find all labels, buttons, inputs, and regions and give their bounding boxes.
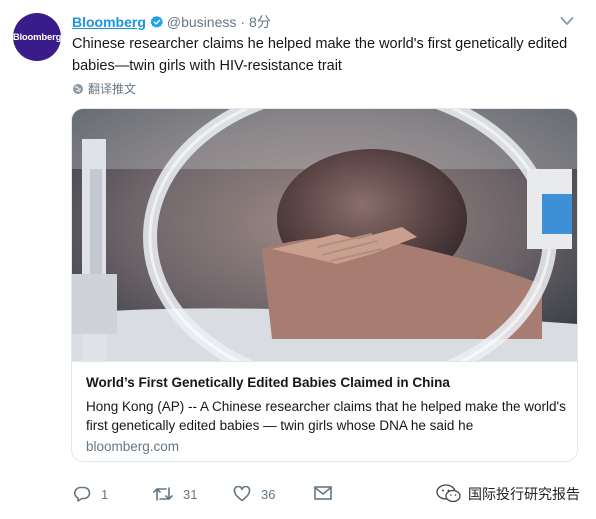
- translate-label: 翻译推文: [88, 82, 137, 96]
- reply-icon: [74, 486, 91, 502]
- account-name-link[interactable]: Bloomberg: [72, 14, 146, 30]
- card-description: Hong Kong (AP) -- A Chinese researcher c…: [86, 399, 566, 433]
- tweet-header: Bloomberg @business · 8分: [72, 12, 271, 32]
- link-preview-card[interactable]: World’s First Genetically Edited Babies …: [71, 108, 578, 462]
- retweet-button[interactable]: 31: [153, 486, 197, 502]
- watermark-text: 国际投行研究报告: [468, 486, 580, 502]
- bloomberg-avatar[interactable]: Bloomberg: [13, 13, 61, 61]
- wechat-watermark: 国际投行研究报告: [436, 484, 580, 504]
- retweet-count: 31: [183, 486, 198, 502]
- like-count: 36: [261, 486, 276, 502]
- account-handle: @business: [166, 14, 237, 30]
- separator-dot: ·: [240, 14, 246, 30]
- verified-badge-icon: [150, 15, 163, 28]
- chevron-down-icon[interactable]: [560, 16, 574, 26]
- envelope-icon: [314, 486, 332, 500]
- globe-icon: [73, 83, 83, 94]
- translate-tweet-link[interactable]: 翻译推文: [72, 80, 136, 97]
- wechat-icon: [436, 484, 461, 503]
- reply-count: 1: [101, 486, 109, 502]
- retweet-icon: [153, 487, 173, 501]
- card-title[interactable]: World’s First Genetically Edited Babies …: [86, 375, 450, 390]
- direct-message-button[interactable]: [314, 486, 342, 500]
- heart-icon: [233, 486, 251, 502]
- card-image: [72, 109, 577, 361]
- reply-button[interactable]: 1: [73, 486, 108, 502]
- card-domain: bloomberg.com: [86, 439, 180, 454]
- tweet-timestamp[interactable]: 8分: [249, 12, 271, 32]
- card-body: World’s First Genetically Edited Babies …: [72, 361, 577, 461]
- tweet-text: Chinese researcher claims he helped make…: [72, 36, 568, 74]
- like-button[interactable]: 36: [233, 486, 275, 502]
